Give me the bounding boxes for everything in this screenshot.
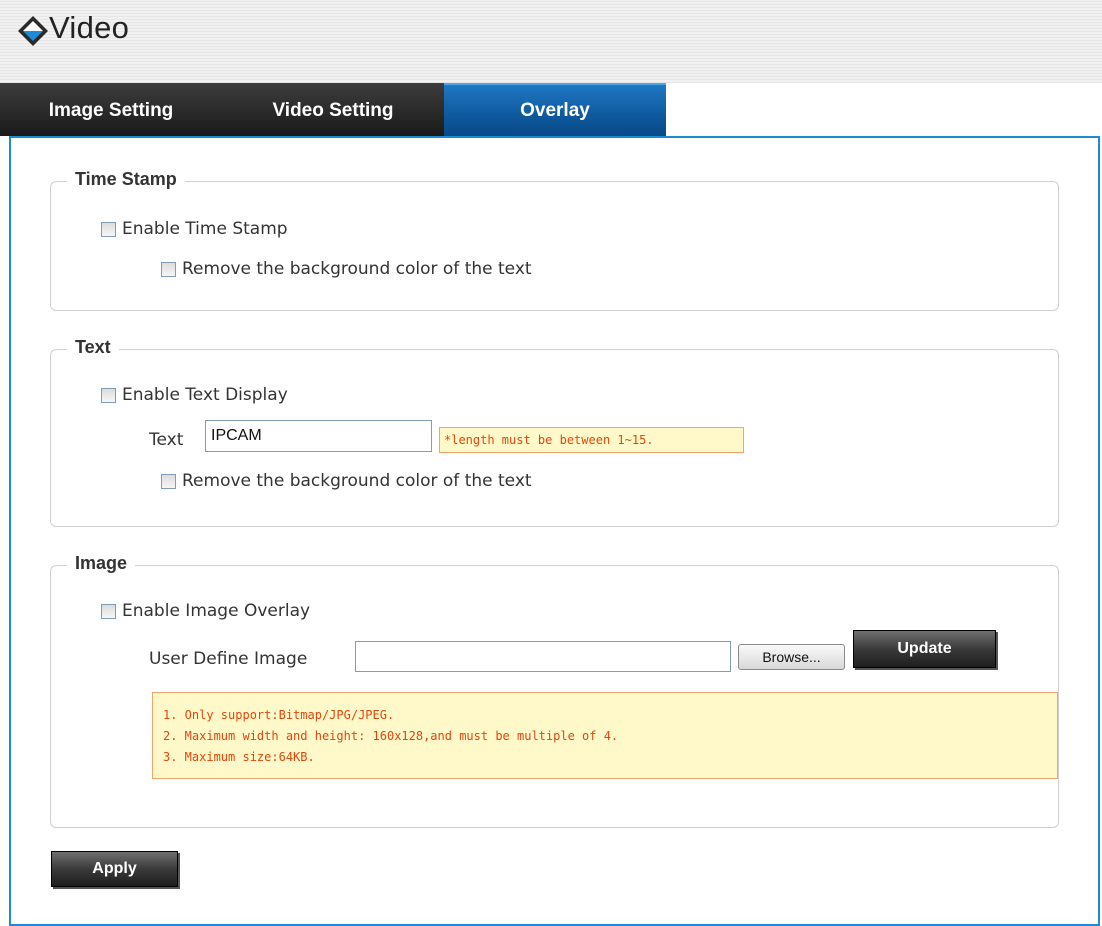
image-file-input[interactable]: [355, 641, 731, 672]
tab-image-setting[interactable]: Image Setting: [0, 83, 222, 136]
enable-image-overlay-checkbox[interactable]: [101, 603, 116, 619]
time-stamp-group: Time Stamp Enable Time Stamp Remove the …: [50, 169, 1059, 311]
time-stamp-remove-bg-label: Remove the background color of the text: [182, 259, 532, 279]
text-legend: Text: [67, 337, 119, 358]
image-legend: Image: [67, 553, 136, 574]
page-title: Video: [49, 10, 130, 45]
page-header: Video: [0, 0, 1102, 83]
enable-text-display-checkbox[interactable]: [101, 387, 116, 403]
time-stamp-remove-bg-row: Remove the background color of the text: [161, 259, 532, 279]
note-line: 1. Only support:Bitmap/JPG/JPEG.: [163, 708, 395, 722]
enable-image-overlay-row: Enable Image Overlay: [101, 601, 310, 621]
enable-text-display-row: Enable Text Display: [101, 385, 288, 405]
enable-image-overlay-label: Enable Image Overlay: [122, 601, 311, 621]
text-length-hint: *length must be between 1~15.: [439, 427, 744, 453]
text-field-label: Text: [149, 430, 184, 450]
time-stamp-legend: Time Stamp: [67, 169, 185, 190]
time-stamp-remove-bg-checkbox[interactable]: [161, 261, 176, 277]
text-input[interactable]: [205, 420, 432, 452]
tab-overlay[interactable]: Overlay: [444, 83, 666, 136]
image-requirements-note: 1. Only support:Bitmap/JPG/JPEG. 2. Maxi…: [152, 692, 1058, 779]
enable-time-stamp-row: Enable Time Stamp: [101, 219, 288, 239]
text-remove-bg-row: Remove the background color of the text: [161, 471, 532, 491]
note-line: 3. Maximum size:64KB.: [163, 750, 315, 764]
overlay-panel: Time Stamp Enable Time Stamp Remove the …: [9, 136, 1100, 926]
apply-button[interactable]: Apply: [51, 851, 178, 887]
user-define-image-label: User Define Image: [149, 649, 308, 669]
text-group: Text Enable Text Display Text *length mu…: [50, 337, 1059, 527]
image-group: Image Enable Image Overlay User Define I…: [50, 553, 1059, 828]
enable-time-stamp-label: Enable Time Stamp: [122, 219, 288, 239]
text-remove-bg-label: Remove the background color of the text: [182, 471, 532, 491]
browse-button[interactable]: Browse...: [738, 644, 845, 670]
update-button[interactable]: Update: [853, 630, 996, 668]
enable-time-stamp-checkbox[interactable]: [101, 221, 116, 237]
enable-text-display-label: Enable Text Display: [122, 385, 288, 405]
note-line: 2. Maximum width and height: 160x128,and…: [163, 729, 619, 743]
tab-bar: Image Setting Video Setting Overlay: [0, 83, 666, 136]
diamond-arrow-icon: [18, 16, 48, 46]
tab-video-setting[interactable]: Video Setting: [222, 83, 444, 136]
text-remove-bg-checkbox[interactable]: [161, 473, 176, 489]
